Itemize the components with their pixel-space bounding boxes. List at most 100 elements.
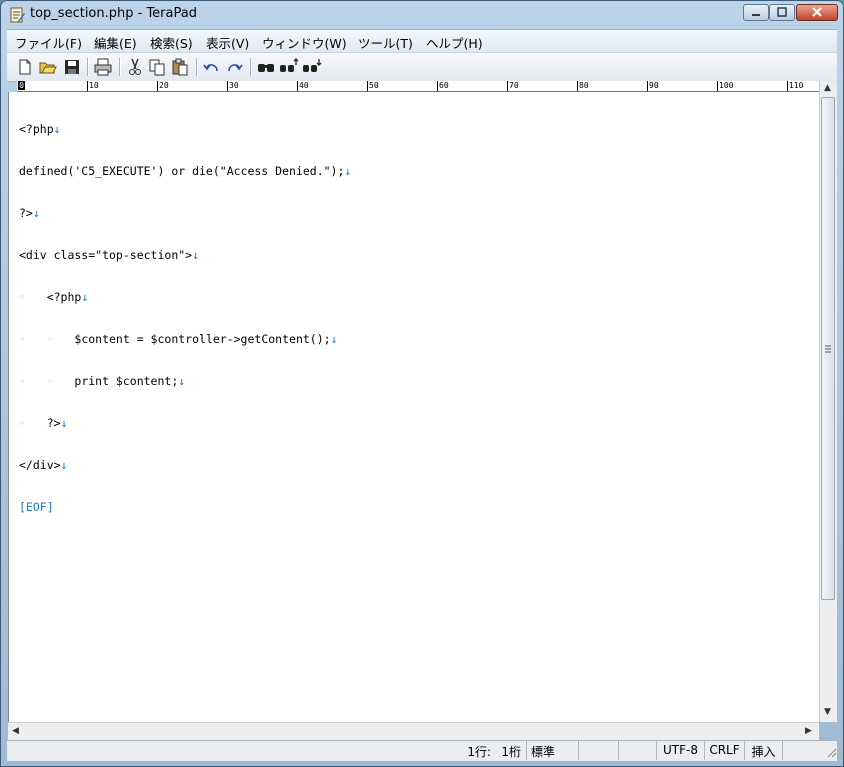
ruler-zero: 0 [18, 81, 25, 90]
ruler-mark: 110 [787, 81, 804, 91]
minimize-icon [752, 14, 760, 16]
grip-icon [825, 345, 831, 353]
menu-view[interactable]: 表示(V) [206, 33, 249, 52]
close-icon [812, 7, 822, 17]
code-text: $content = $controller->getContent(); [74, 332, 331, 346]
save-icon[interactable] [62, 57, 82, 77]
scroll-right-icon[interactable]: ▶ [805, 726, 812, 736]
code-line: ◦ ◦ print $content;↓ [19, 374, 351, 388]
scroll-down-icon[interactable]: ▼ [824, 707, 831, 717]
code-text: <?php [46, 290, 82, 304]
code-text: ?> [19, 206, 33, 220]
undo-icon[interactable] [202, 57, 222, 77]
menu-bar: ファイル(F) 編集(E) 検索(S) 表示(V) ウィンドウ(W) ツール(T… [7, 29, 837, 52]
ruler-mark: 20 [157, 81, 169, 91]
minimize-button[interactable] [743, 4, 769, 21]
editor-gutter [9, 92, 18, 722]
ruler-mark: 90 [647, 81, 659, 91]
copy-icon[interactable] [147, 57, 167, 77]
code-line: defined('C5_EXECUTE') or die("Access Den… [19, 164, 351, 178]
terapad-app-icon [10, 7, 25, 23]
scroll-left-icon[interactable]: ◀ [12, 726, 19, 736]
vertical-scroll-thumb[interactable] [821, 97, 835, 600]
code-line: ◦ ◦ $content = $controller->getContent()… [19, 332, 351, 346]
ruler-mark: 80 [577, 81, 589, 91]
newline-marker-icon: ↓ [60, 416, 68, 430]
status-bar: 1行: 1桁 標準 UTF-8 CRLF 挿入 [7, 740, 837, 761]
close-button[interactable] [796, 4, 838, 21]
code-line: </div>↓ [19, 458, 351, 472]
ruler-mark: 60 [437, 81, 449, 91]
column-ruler: 0 10 20 30 40 50 60 70 80 90 100 110 [17, 81, 819, 92]
status-line: 1行: [467, 745, 491, 759]
title-bar[interactable]: top_section.php - TeraPad [1, 1, 843, 28]
ruler-mark: 50 [367, 81, 379, 91]
open-folder-icon[interactable] [38, 57, 58, 77]
status-newline: CRLF [704, 741, 744, 760]
toolbar-separator [250, 58, 252, 76]
newline-marker-icon: ↓ [192, 248, 200, 262]
menu-tools[interactable]: ツール(T) [358, 33, 413, 52]
redo-icon[interactable] [224, 57, 244, 77]
status-empty-1 [578, 741, 618, 760]
code-text: defined('C5_EXECUTE') or die("Access Den… [19, 164, 345, 178]
code-text: </div> [19, 458, 61, 472]
newline-marker-icon: ↓ [178, 374, 186, 388]
find-icon[interactable] [256, 57, 276, 77]
maximize-button[interactable] [769, 4, 795, 21]
code-line: ?>↓ [19, 206, 351, 220]
menu-edit[interactable]: 編集(E) [94, 33, 137, 52]
code-text: <?php [19, 122, 54, 136]
menu-file[interactable]: ファイル(F) [15, 33, 82, 52]
new-file-icon[interactable] [15, 57, 35, 77]
status-mode: 標準 [526, 741, 578, 760]
ruler-mark: 40 [297, 81, 309, 91]
status-column: 1桁 [501, 745, 521, 759]
application-window: top_section.php - TeraPad ファイル(F) 編集(E) … [0, 0, 844, 767]
tab-marker-icon: ◦ [19, 290, 47, 304]
code-text: <div class="top-section"> [19, 248, 193, 262]
newline-marker-icon: ↓ [344, 164, 352, 178]
resize-grip-icon[interactable] [825, 746, 837, 758]
newline-marker-icon: ↓ [32, 206, 40, 220]
find-prev-icon[interactable] [302, 57, 322, 77]
tab-marker-icon: ◦ [19, 416, 47, 430]
ruler-mark: 10 [87, 81, 99, 91]
tab-marker-icon: ◦ ◦ [19, 374, 75, 388]
status-insert: 挿入 [744, 741, 782, 760]
code-line: ◦ <?php↓ [19, 290, 351, 304]
status-empty-2 [618, 741, 656, 760]
code-line: ◦ ?>↓ [19, 416, 351, 430]
text-editor[interactable]: <?php↓ defined('C5_EXECUTE') or die("Acc… [8, 92, 820, 722]
toolbar-separator [119, 58, 121, 76]
status-encoding: UTF-8 [656, 741, 704, 760]
tab-marker-icon: ◦ ◦ [19, 332, 75, 346]
cut-icon[interactable] [125, 57, 145, 77]
print-icon[interactable] [93, 57, 113, 77]
code-line: <div class="top-section">↓ [19, 248, 351, 262]
toolbar [7, 52, 837, 82]
eof-marker: [EOF] [19, 500, 54, 514]
code-text: print $content; [74, 374, 179, 388]
ruler-mark: 70 [507, 81, 519, 91]
vertical-scrollbar[interactable]: ▲ ▼ [819, 81, 837, 722]
code-line: <?php↓ [19, 122, 351, 136]
code-content[interactable]: <?php↓ defined('C5_EXECUTE') or die("Acc… [19, 94, 351, 542]
horizontal-scrollbar[interactable]: ◀ ▶ [8, 722, 819, 740]
scroll-up-icon[interactable]: ▲ [824, 83, 831, 93]
maximize-icon [777, 7, 787, 17]
find-next-icon[interactable] [279, 57, 299, 77]
ruler-mark: 100 [717, 81, 734, 91]
menu-search[interactable]: 検索(S) [150, 33, 193, 52]
newline-marker-icon: ↓ [81, 290, 89, 304]
toolbar-separator [196, 58, 198, 76]
menu-help[interactable]: ヘルプ(H) [426, 33, 483, 52]
newline-marker-icon: ↓ [60, 458, 68, 472]
newline-marker-icon: ↓ [330, 332, 338, 346]
status-empty-3 [782, 741, 822, 760]
menu-window[interactable]: ウィンドウ(W) [262, 33, 347, 52]
toolbar-separator [87, 58, 89, 76]
window-title: top_section.php - TeraPad [30, 6, 197, 21]
paste-icon[interactable] [170, 57, 190, 77]
code-text: ?> [46, 416, 61, 430]
